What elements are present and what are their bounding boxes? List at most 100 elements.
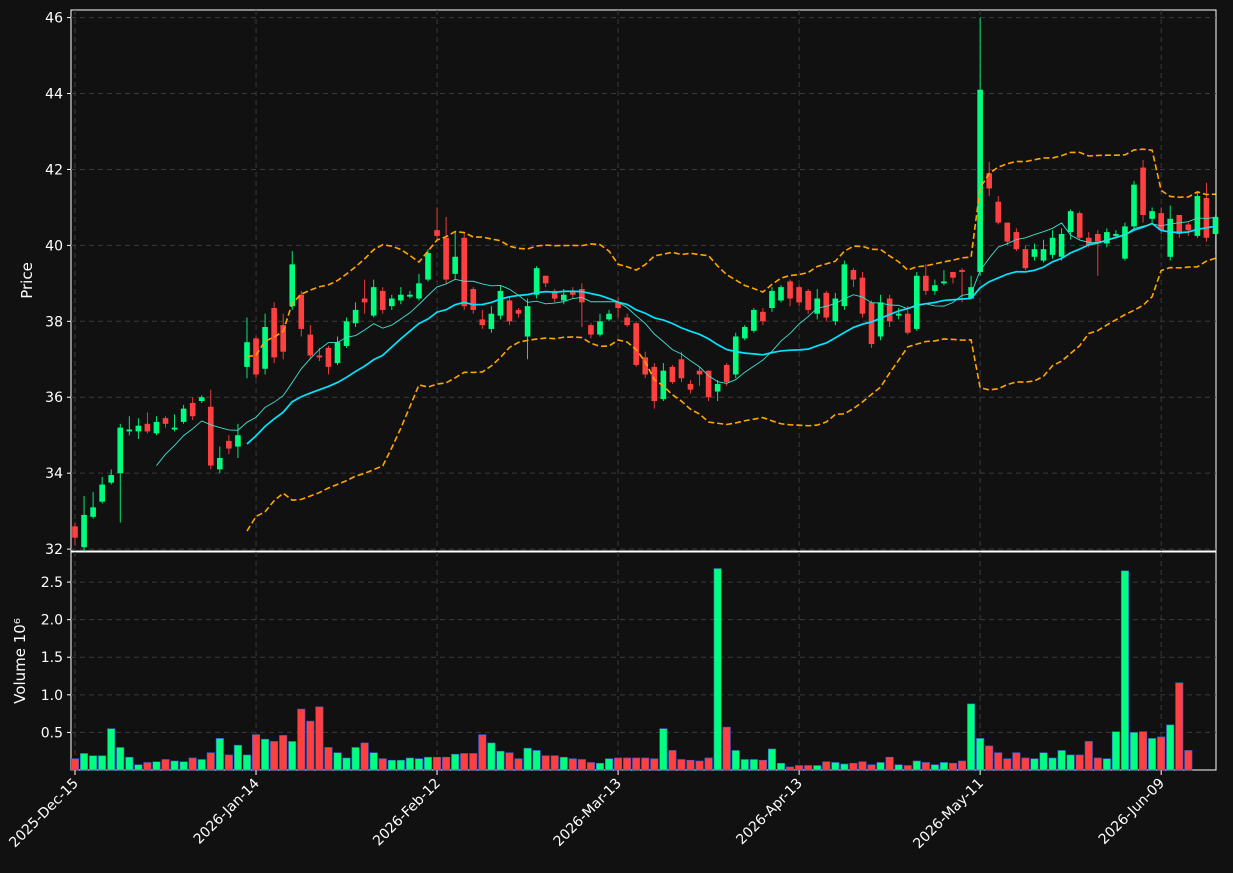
candle-body — [443, 237, 449, 280]
candle-body — [778, 287, 784, 301]
candle-body — [217, 457, 223, 470]
candle-body — [542, 275, 549, 284]
candle-body — [126, 429, 133, 432]
candle-body — [1140, 167, 1146, 216]
volume-bar — [1148, 738, 1157, 771]
candle-body — [832, 298, 839, 322]
candle-body — [796, 287, 802, 303]
candle-body — [624, 317, 630, 326]
volume-bar — [405, 757, 414, 771]
volume-bar — [704, 757, 713, 771]
volume-bar — [161, 759, 170, 771]
candle-body — [705, 370, 712, 398]
candle-body — [461, 237, 468, 307]
volume-bar — [261, 738, 270, 771]
price-axis-label: Price — [18, 262, 36, 299]
volume-bar — [288, 741, 297, 771]
volume-bar — [80, 753, 89, 771]
candle-body — [497, 290, 504, 316]
candle-body — [1113, 233, 1119, 236]
candle-body — [153, 421, 160, 434]
volume-bar — [1084, 741, 1093, 771]
volume-tick-label: 2.0 — [41, 613, 63, 629]
candle-body — [370, 287, 377, 316]
candle-body — [588, 325, 594, 335]
volume-bar — [813, 765, 822, 771]
volume-bar — [188, 757, 197, 771]
candle-body — [932, 285, 938, 291]
price-tick-label: 32 — [45, 542, 63, 558]
candle-body — [533, 268, 540, 295]
volume-bar — [831, 762, 840, 771]
volume-bar — [1093, 757, 1102, 771]
volume-bar — [306, 720, 315, 771]
volume-bar — [1030, 758, 1039, 771]
volume-bar — [523, 747, 532, 771]
volume-tick-label: 1.5 — [41, 650, 63, 666]
volume-bar — [532, 750, 541, 771]
volume-bar — [360, 742, 369, 771]
volume-bar — [758, 759, 767, 771]
volume-bar — [623, 757, 632, 771]
volume-bar — [1111, 731, 1120, 771]
volume-bar — [423, 756, 433, 771]
candle-body — [479, 319, 486, 326]
volume-bar — [107, 728, 116, 771]
candle-body — [714, 383, 721, 392]
volume-bar — [559, 756, 568, 771]
volume-bar — [849, 762, 858, 771]
candle-body — [1212, 216, 1219, 234]
candle-body — [950, 271, 956, 278]
candle-body — [904, 313, 911, 333]
x-tick-label: 2026-May-11 — [910, 776, 987, 853]
candle-body — [425, 252, 431, 280]
volume-bar — [451, 753, 460, 771]
volume-bar — [224, 754, 233, 771]
candle-body — [560, 294, 567, 301]
volume-bar — [731, 750, 740, 771]
volume-bar — [840, 763, 849, 771]
price-tick-label: 40 — [45, 238, 63, 254]
candle-body — [271, 308, 277, 358]
candle-body — [859, 277, 866, 314]
volume-bar — [197, 759, 206, 771]
volume-bar — [1021, 757, 1030, 771]
volume-bar — [776, 762, 786, 771]
candle-body — [1058, 233, 1065, 257]
volume-bar — [270, 741, 279, 771]
price-tick-label: 38 — [45, 314, 63, 330]
volume-bar — [822, 761, 831, 771]
candle-body — [470, 289, 477, 310]
volume-bar — [233, 744, 242, 771]
x-tick-label: 2026-Jan-14 — [191, 775, 263, 847]
candle-body — [1067, 211, 1074, 233]
volume-bar — [1184, 750, 1193, 771]
volume-bar — [903, 765, 912, 771]
volume-bar — [514, 758, 523, 771]
volume-bar — [568, 758, 577, 771]
volume-bar — [179, 761, 188, 771]
volume-bar — [650, 758, 659, 771]
candle-body — [850, 270, 857, 280]
candle-body — [895, 313, 902, 316]
candle-body — [597, 321, 603, 335]
volume-bar — [215, 738, 224, 771]
candle-body — [732, 336, 739, 375]
volume-bar — [351, 747, 360, 771]
volume-bar — [595, 762, 604, 771]
volume-bar — [1157, 736, 1166, 771]
candle-body — [361, 298, 368, 303]
candle-body — [1022, 249, 1029, 269]
candle-body — [352, 309, 359, 324]
volume-bar — [143, 762, 152, 771]
candle-body — [407, 294, 413, 297]
candle-body — [814, 298, 821, 314]
candle-body — [117, 427, 124, 474]
candle-body — [171, 427, 178, 430]
volume-bar — [786, 766, 795, 771]
volume-bar — [722, 726, 731, 771]
candle-body — [633, 323, 639, 365]
volume-bar — [1120, 570, 1129, 771]
volume-bar — [152, 761, 161, 771]
volume-bar — [967, 703, 976, 771]
